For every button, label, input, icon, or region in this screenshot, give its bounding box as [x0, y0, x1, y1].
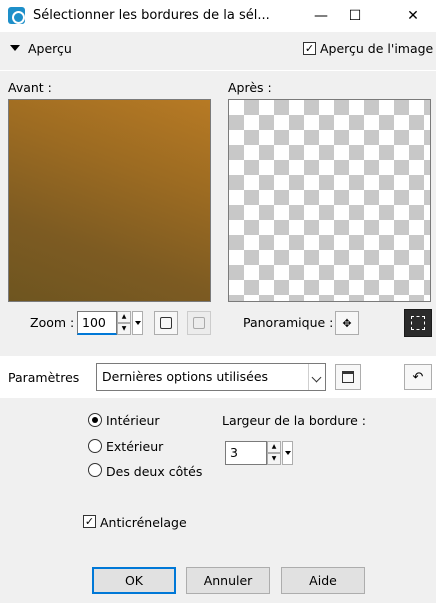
ok-button[interactable]: OK: [92, 567, 176, 594]
maximize-button[interactable]: ☐: [332, 0, 378, 32]
close-icon: ✕: [407, 8, 419, 24]
pan-button[interactable]: ✥: [335, 311, 359, 335]
chevron-down-icon[interactable]: [308, 364, 325, 390]
cancel-button[interactable]: Annuler: [186, 567, 270, 594]
presets-select[interactable]: Dernières options utilisées: [96, 363, 326, 391]
radio-both[interactable]: [88, 463, 102, 477]
image-preview-label[interactable]: Aperçu de l'image: [320, 41, 433, 56]
zoom-fit-icon: [160, 317, 172, 329]
radio-inside[interactable]: [88, 413, 102, 427]
save-icon: [342, 371, 354, 383]
selection-marquee-button[interactable]: [404, 309, 432, 337]
zoom-spinner[interactable]: ▲ ▼: [117, 311, 131, 335]
collapse-preview-icon[interactable]: [10, 45, 20, 51]
image-preview-checkbox[interactable]: ✓: [303, 42, 316, 55]
preview-section-label[interactable]: Aperçu: [28, 41, 72, 56]
window-title: Sélectionner les bordures de la sél...: [33, 8, 270, 23]
antialias-label[interactable]: Anticrénelage: [100, 515, 187, 530]
after-label: Après :: [228, 80, 272, 95]
move-icon: ✥: [342, 316, 352, 330]
radio-outside[interactable]: [88, 439, 102, 453]
actual-size-icon: [193, 317, 205, 329]
spin-up-icon[interactable]: ▲: [267, 441, 281, 453]
zoom-input[interactable]: 100: [77, 311, 117, 335]
zoom-actual-size-button[interactable]: [187, 311, 211, 335]
spin-down-icon[interactable]: ▼: [117, 323, 131, 335]
title-bar: Sélectionner les bordures de la sél... —…: [0, 0, 436, 32]
presets-value: Dernières options utilisées: [102, 369, 269, 384]
presets-label: Paramètres: [8, 370, 80, 385]
before-label: Avant :: [8, 80, 52, 95]
border-width-spinner[interactable]: ▲ ▼: [267, 441, 281, 465]
spin-down-icon[interactable]: ▼: [267, 453, 281, 465]
pan-label: Panoramique :: [243, 315, 334, 330]
checkmark-icon: ✓: [304, 42, 315, 55]
radio-both-label[interactable]: Des deux côtés: [106, 464, 202, 479]
border-width-label: Largeur de la bordure :: [222, 413, 367, 428]
save-preset-button[interactable]: [335, 364, 361, 390]
checkmark-icon: ✓: [84, 515, 95, 528]
reset-button[interactable]: ↶: [404, 364, 432, 390]
zoom-fit-button[interactable]: [154, 311, 178, 335]
maximize-icon: ☐: [348, 8, 362, 24]
header-divider: [0, 70, 436, 71]
radio-inside-label[interactable]: Intérieur: [106, 413, 160, 428]
app-icon: [8, 7, 25, 24]
reset-icon: ↶: [412, 369, 424, 385]
border-width-input[interactable]: 3: [225, 441, 267, 465]
radio-outside-label[interactable]: Extérieur: [106, 439, 163, 454]
before-preview-image[interactable]: [8, 99, 211, 302]
minimize-icon: —: [314, 8, 328, 24]
marquee-icon: [411, 316, 425, 330]
after-preview-image[interactable]: [228, 99, 431, 302]
border-width-dropdown-button[interactable]: [282, 441, 293, 465]
zoom-dropdown-button[interactable]: [132, 311, 143, 335]
close-button[interactable]: ✕: [390, 0, 436, 32]
zoom-label: Zoom :: [30, 315, 75, 330]
spin-up-icon[interactable]: ▲: [117, 311, 131, 323]
help-button[interactable]: Aide: [281, 567, 365, 594]
antialias-checkbox[interactable]: ✓: [83, 515, 96, 528]
